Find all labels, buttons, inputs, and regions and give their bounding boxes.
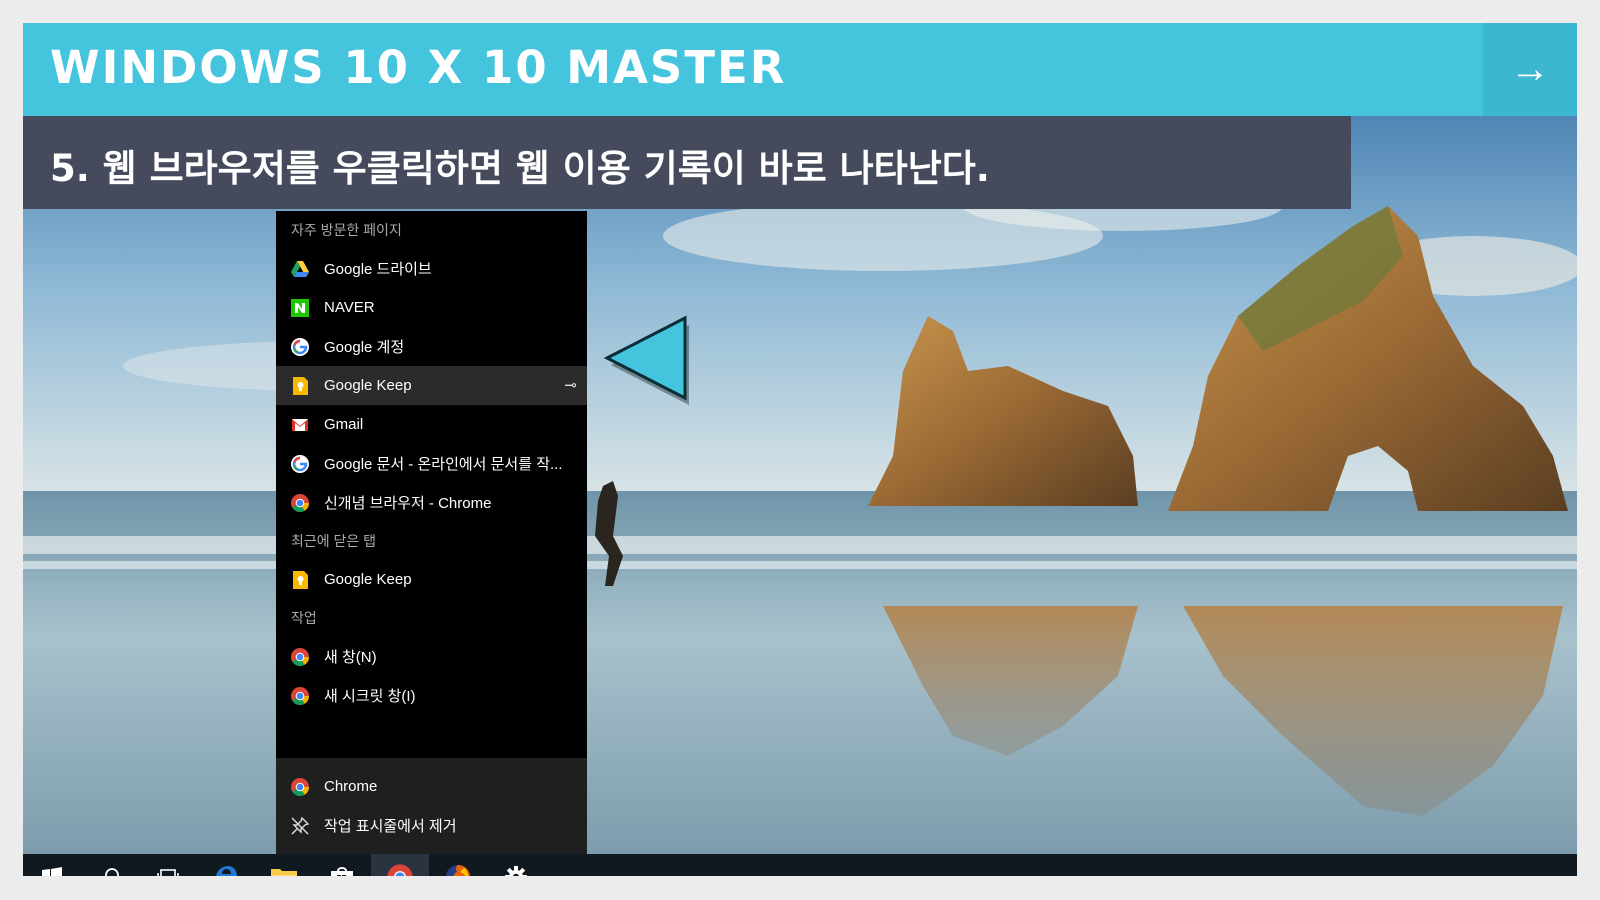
chrome-icon <box>291 493 309 512</box>
store-icon <box>331 866 353 876</box>
search-button[interactable] <box>81 854 139 876</box>
edge-button[interactable] <box>197 854 255 876</box>
jumplist-item-label: 작업 표시줄에서 제거 <box>324 818 457 835</box>
jumplist-item-incognito-window[interactable]: 새 시크릿 창(I) <box>276 676 587 715</box>
gmail-icon <box>292 418 308 431</box>
jumplist-item-label: Google 드라이브 <box>324 261 432 278</box>
settings-button[interactable] <box>487 854 545 876</box>
jumplist-item-label: Google Keep <box>324 377 412 394</box>
jumplist-item-google-drive[interactable]: Google 드라이브 <box>276 249 587 288</box>
jumplist-item-chrome-page[interactable]: 신개념 브라우저 - Chrome <box>276 483 587 522</box>
edge-icon <box>216 865 237 876</box>
jumplist-item-label: NAVER <box>324 299 375 316</box>
jumplist-item-unpin-taskbar[interactable]: 작업 표시줄에서 제거 <box>276 806 587 845</box>
slide-frame: WINDOWS 10 X 10 MASTER → 5. 웹 브라우저를 우클릭하… <box>23 23 1577 876</box>
store-button[interactable] <box>313 854 371 876</box>
google-g-icon <box>291 454 309 473</box>
windows-taskbar <box>23 854 1577 876</box>
pin-icon[interactable]: ⊸ <box>564 376 577 394</box>
jumplist-section-recent: 최근에 닫은 탭 <box>291 533 377 549</box>
start-button[interactable] <box>23 854 81 876</box>
jumplist-item-google-docs[interactable]: Google 문서 - 온라인에서 문서를 작... <box>276 444 587 483</box>
chrome-icon <box>291 686 309 705</box>
firefox-button[interactable] <box>429 854 487 876</box>
settings-gear-icon <box>505 865 527 876</box>
chrome-icon <box>291 777 309 796</box>
windows-start-icon <box>42 866 62 876</box>
google-g-icon <box>291 337 309 356</box>
step-caption: 5. 웹 브라우저를 우클릭하면 웹 이용 기록이 바로 나타난다. <box>50 147 990 190</box>
file-explorer-icon <box>271 868 297 876</box>
jumplist-item-label: Gmail <box>324 416 364 433</box>
slide-header: WINDOWS 10 X 10 MASTER → <box>23 23 1577 116</box>
jumplist-item-naver[interactable]: NAVER <box>276 288 587 327</box>
jumplist-item-google-account[interactable]: Google 계정 <box>276 327 587 366</box>
jumplist-item-google-keep[interactable]: Google Keep ⊸ <box>276 366 587 405</box>
step-caption-bar: 5. 웹 브라우저를 우클릭하면 웹 이용 기록이 바로 나타난다. <box>23 116 1351 209</box>
task-view-button[interactable] <box>139 854 197 876</box>
jumplist-item-label: 신개념 브라우저 - Chrome <box>324 495 492 512</box>
chrome-jump-list: 자주 방문한 페이지 Google 드라이브 NAVER Google 계정 G… <box>276 211 587 854</box>
google-keep-icon <box>293 376 308 395</box>
jumplist-item-label: Google 문서 - 온라인에서 문서를 작... <box>324 456 563 473</box>
jumplist-item-label: Google Keep <box>324 571 412 588</box>
jumplist-item-label: Google 계정 <box>324 339 405 356</box>
next-arrow-button[interactable]: → <box>1483 23 1577 116</box>
chrome-taskbar-button[interactable] <box>371 854 429 876</box>
jumplist-item-label: 새 시크릿 창(I) <box>324 688 416 705</box>
desktop-wallpaper <box>23 116 1577 854</box>
jumplist-item-recent-keep[interactable]: Google Keep <box>276 560 587 599</box>
jumplist-item-label: 새 창(N) <box>324 649 377 666</box>
jumplist-section-frequent: 자주 방문한 페이지 <box>291 222 402 238</box>
jumplist-footer-spacer <box>276 758 587 767</box>
task-view-icon <box>157 868 179 876</box>
jumplist-item-chrome[interactable]: Chrome <box>276 767 587 806</box>
pointer-triangle-icon <box>603 315 689 405</box>
slide-title: WINDOWS 10 X 10 MASTER <box>50 41 787 94</box>
search-icon <box>105 867 119 876</box>
file-explorer-button[interactable] <box>255 854 313 876</box>
jumplist-footer: Chrome 작업 표시줄에서 제거 <box>276 758 587 854</box>
google-keep-icon <box>293 570 308 589</box>
naver-icon <box>291 298 309 317</box>
jumplist-item-new-window[interactable]: 새 창(N) <box>276 637 587 676</box>
jumplist-section-tasks: 작업 <box>291 610 317 626</box>
chrome-icon <box>387 863 413 876</box>
google-drive-icon <box>291 260 309 277</box>
chrome-icon <box>291 647 309 666</box>
unpin-icon <box>291 816 310 834</box>
firefox-icon <box>446 864 471 876</box>
jumplist-item-label: Chrome <box>324 778 378 795</box>
jumplist-item-gmail[interactable]: Gmail <box>276 405 587 444</box>
